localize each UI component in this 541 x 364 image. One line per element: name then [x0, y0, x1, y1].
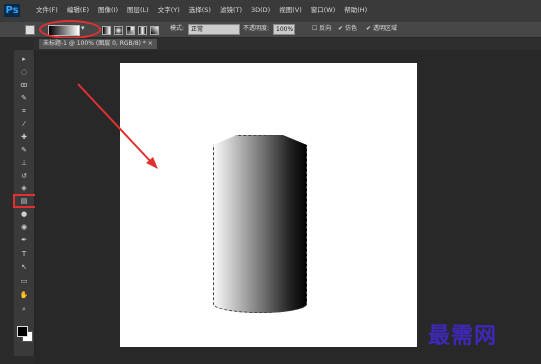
watermark: 最需网	[428, 324, 498, 349]
annotation-arrow	[77, 83, 158, 169]
